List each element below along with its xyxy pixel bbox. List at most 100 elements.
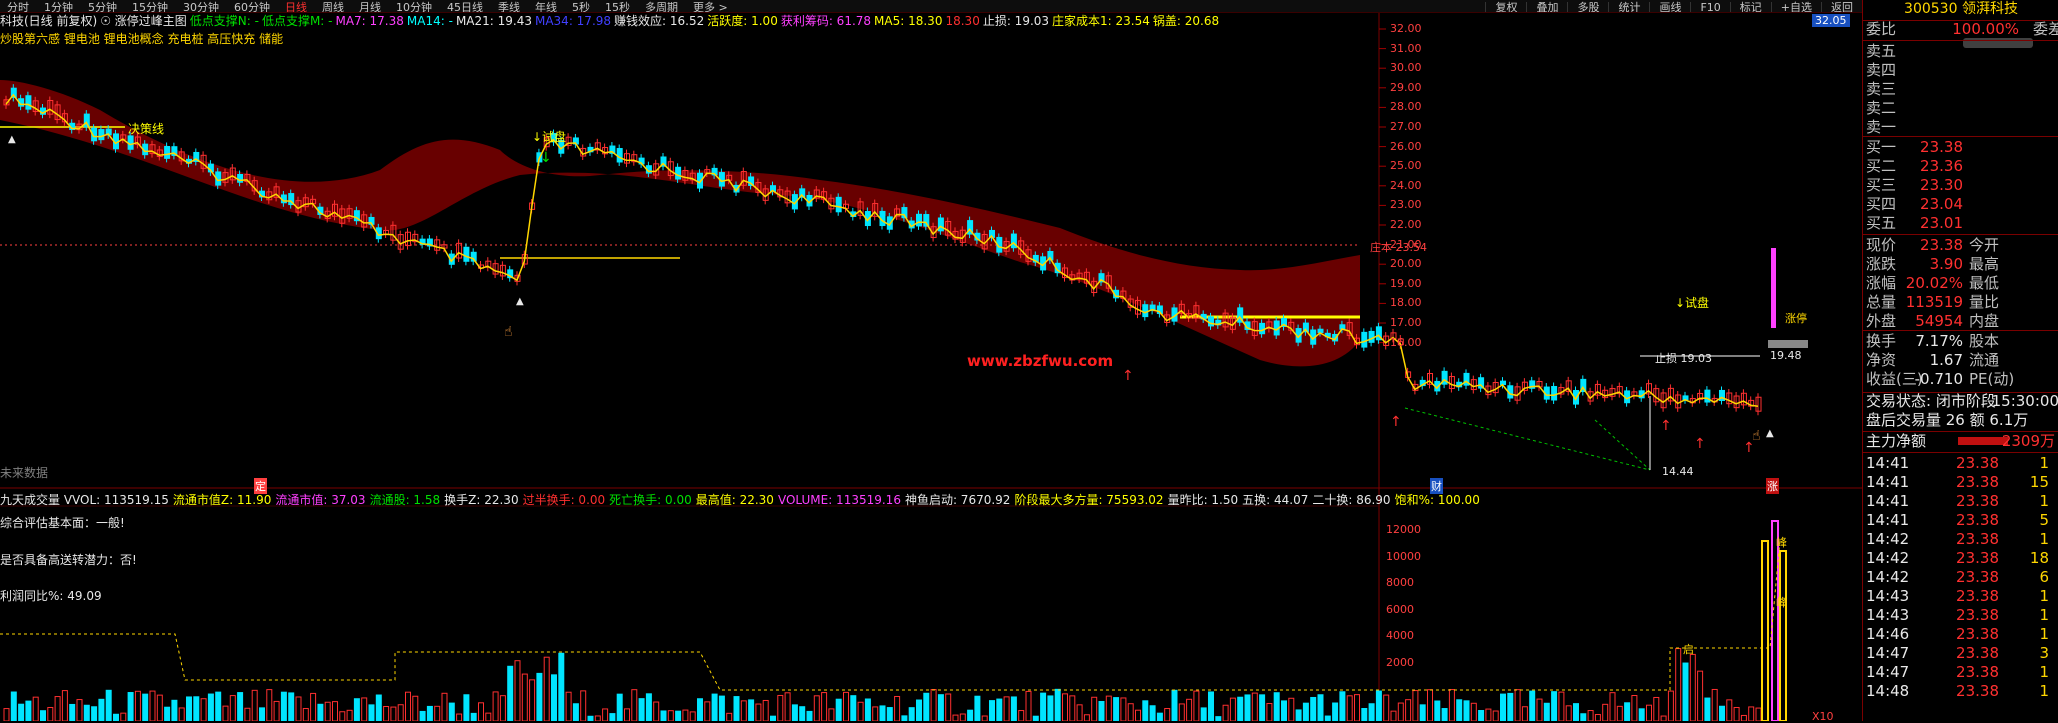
volume-bar	[1237, 696, 1244, 721]
tick-row: 14:42 23.38 6	[1866, 568, 2049, 586]
tick-row: 14:43 23.38 1	[1866, 606, 2049, 624]
ask-row: 卖四	[1866, 61, 1897, 79]
price-tick-label: 25.00	[1390, 159, 1422, 173]
volume-bar	[237, 692, 244, 721]
volume-bar	[748, 699, 755, 721]
volume-bar	[806, 710, 813, 721]
volume-start-mark: 启	[1683, 643, 1694, 656]
volume-bar	[149, 690, 156, 721]
volume-bar	[638, 698, 645, 721]
tick-row: 14:47 23.38 3	[1866, 644, 2049, 662]
volume-bar	[1667, 690, 1674, 721]
volume-peak-mark-1: 峰	[1776, 536, 1787, 549]
ma-line	[5, 93, 1759, 407]
volume-bar	[1295, 709, 1302, 721]
volume-bar	[332, 701, 338, 721]
volume-bar	[770, 715, 776, 721]
volume-bar	[864, 698, 871, 721]
volume-bar	[1266, 703, 1273, 721]
low-price-label: 14.44	[1662, 465, 1694, 478]
stop-price-tag: 19.48	[1770, 349, 1802, 362]
volume-bar	[244, 707, 251, 721]
volume-bar	[361, 697, 368, 721]
volume-bar	[222, 705, 229, 721]
volume-bar	[850, 695, 857, 721]
volume-threshold-line	[0, 539, 1781, 691]
volume-bar	[645, 693, 652, 721]
volume-bar	[1113, 697, 1120, 721]
volume-bar	[434, 705, 441, 721]
kline-chart[interactable]	[0, 0, 1862, 721]
volume-bar	[113, 713, 119, 721]
volume-bar	[1660, 715, 1667, 721]
volume-bar	[456, 713, 463, 721]
volume-bar	[755, 703, 762, 721]
buy-arrow-icon: ↑	[1390, 414, 1402, 430]
volume-bar	[996, 698, 1003, 721]
volume-bar	[1726, 699, 1733, 721]
volume-bar	[981, 715, 988, 721]
volume-bar	[667, 710, 674, 721]
volume-bar	[565, 691, 572, 721]
volume-bar	[1346, 695, 1353, 721]
tick-row: 14:41 23.38 1	[1866, 454, 2049, 472]
volume-bar	[266, 689, 273, 721]
volume-legend: 九天成交量 VVOL: 113519.15 流通市值Z: 11.90 流通市值: 3…	[0, 492, 1484, 508]
volume-bar	[1127, 703, 1134, 721]
profit-yoy: 利润同比%: 49.09	[0, 589, 102, 603]
volume-bar	[653, 701, 660, 721]
volume-bar	[1485, 708, 1492, 721]
tick-row: 14:41 23.38 1	[1866, 492, 2049, 510]
volume-bar	[711, 693, 718, 721]
volume-bar	[69, 703, 76, 721]
volume-bar	[1711, 688, 1718, 721]
volume-bar	[1733, 706, 1740, 721]
candle	[1551, 386, 1558, 401]
volume-bar	[1025, 690, 1032, 721]
volume-bar	[54, 696, 61, 721]
volume-bar	[1500, 693, 1506, 721]
volume-bar	[959, 713, 966, 721]
down-arrow-icon: ↓	[540, 150, 552, 166]
limit-up-bar	[1771, 248, 1776, 328]
volume-bar	[1010, 696, 1017, 721]
volume-bar	[1076, 704, 1083, 721]
ask-row: 卖五	[1866, 42, 1897, 60]
volume-indicator-value: 饱和%: 100.00	[1394, 493, 1480, 507]
tick-row: 14:42 23.38 1	[1866, 530, 2049, 548]
tick-row: 14:41 23.38 15	[1866, 473, 2049, 491]
volume-bar	[1682, 662, 1689, 721]
volume-bar	[1259, 694, 1266, 721]
volume-bar	[1083, 714, 1090, 721]
volume-bar	[61, 690, 68, 721]
volume-indicator-value: 阶段最大多方量: 75593.02	[1014, 493, 1164, 507]
volume-bar	[704, 701, 711, 721]
volume-bar	[1463, 700, 1470, 721]
tick-row: 14:42 23.38 18	[1866, 549, 2049, 567]
volume-bar	[1069, 695, 1076, 721]
volume-peak-mark-2: 峰	[1776, 596, 1787, 609]
decision-line-label: 决策线	[128, 122, 165, 136]
volume-bar	[324, 701, 331, 721]
volume-indicator-value: 九天成交量 VVOL: 113519.15	[0, 493, 169, 507]
volume-bar	[551, 674, 557, 721]
volume-bar	[777, 694, 784, 721]
candle	[164, 146, 171, 159]
bid-row: 买五 23.01	[1866, 214, 1963, 232]
volume-bar	[32, 696, 39, 721]
volume-bar	[10, 691, 17, 721]
volume-bar	[843, 691, 849, 721]
volume-bar	[1514, 689, 1521, 721]
volume-bar	[894, 695, 901, 721]
volume-indicator-value: 神鱼启动: 7670.92	[904, 493, 1011, 507]
volume-bar	[1251, 692, 1258, 721]
volume-bar	[1675, 648, 1682, 721]
volume-bar	[18, 703, 25, 721]
volume-bar	[1573, 703, 1579, 721]
volume-bar	[193, 696, 200, 721]
volume-bar	[697, 698, 703, 721]
candle	[835, 196, 842, 213]
volume-bar	[930, 689, 937, 721]
volume-bar	[1135, 709, 1141, 721]
volume-bar	[134, 690, 141, 721]
